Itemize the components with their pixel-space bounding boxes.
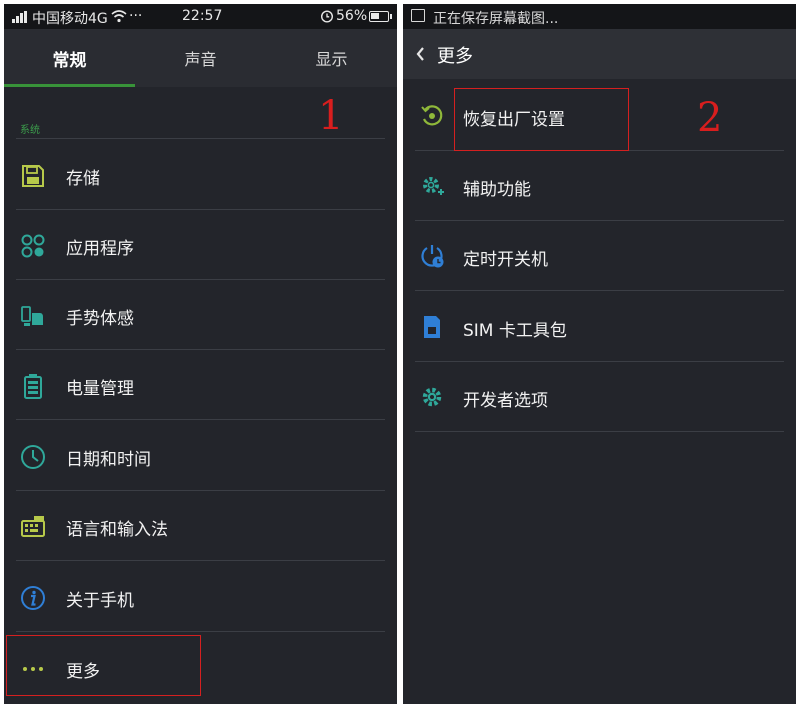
accessibility-icon	[423, 177, 444, 195]
wifi-icon	[111, 10, 127, 23]
apps-icon	[21, 234, 45, 258]
settings-item-language-input[interactable]: 语言和输入法	[4, 491, 397, 561]
notification-bar: 正在保存屏幕截图...	[403, 4, 796, 29]
page-header: 更多	[403, 29, 796, 79]
tab-general[interactable]: 常规	[4, 29, 135, 87]
settings-item-label: 存储	[66, 169, 100, 189]
more-item-label: SIM 卡工具包	[463, 321, 567, 341]
item-divider	[415, 290, 784, 291]
more-item-label: 开发者选项	[463, 391, 548, 411]
status-bar: 中国移动4G ··· 22:57 56%	[4, 4, 397, 29]
active-tab-indicator	[4, 84, 135, 87]
section-label-system: 系统	[20, 125, 40, 136]
annotation-highlight-more	[6, 635, 201, 696]
keyboard-icon	[21, 516, 45, 537]
more-item-accessibility[interactable]: 辅助功能	[403, 151, 796, 221]
gallery-icon	[411, 9, 425, 22]
battery-level-fill	[371, 13, 380, 19]
item-divider	[16, 631, 385, 632]
carrier-name: 中国移动4G	[32, 11, 108, 27]
sim-card-icon	[424, 316, 440, 338]
factory-reset-icon	[421, 105, 443, 126]
status-time: 22:57	[182, 8, 223, 24]
item-divider	[415, 431, 784, 432]
settings-item-power-management[interactable]: 电量管理	[4, 350, 397, 420]
settings-item-apps[interactable]: 应用程序	[4, 210, 397, 280]
storage-icon	[22, 165, 44, 187]
annotation-highlight-factory-reset	[454, 88, 629, 151]
more-item-label: 辅助功能	[463, 180, 531, 200]
battery-status-icon	[369, 11, 392, 22]
settings-item-label: 关于手机	[66, 591, 134, 611]
gesture-icon	[21, 306, 43, 326]
more-item-label: 定时开关机	[463, 250, 548, 270]
clock-icon	[21, 445, 45, 469]
alarm-icon	[320, 10, 334, 23]
settings-item-storage[interactable]: 存储	[4, 140, 397, 210]
more-item-sim-toolkit[interactable]: SIM 卡工具包	[403, 292, 796, 362]
battery-percent: 56%	[336, 8, 368, 24]
page-title: 更多	[437, 46, 473, 67]
more-item-developer-options[interactable]: 开发者选项	[403, 362, 796, 432]
info-icon	[21, 586, 45, 610]
item-divider	[16, 560, 385, 561]
settings-item-label: 应用程序	[66, 239, 134, 259]
developer-options-icon	[422, 387, 442, 407]
settings-item-label: 手势体感	[66, 309, 134, 329]
back-arrow-icon[interactable]	[413, 44, 427, 64]
annotation-step-2: 2	[697, 95, 723, 141]
tab-sound[interactable]: 声音	[135, 29, 266, 87]
signal-icon	[12, 11, 28, 23]
settings-item-gestures[interactable]: 手势体感	[4, 280, 397, 350]
annotation-step-1: 1	[318, 93, 344, 139]
settings-item-about-phone[interactable]: 关于手机	[4, 562, 397, 632]
tab-display[interactable]: 显示	[266, 29, 397, 87]
item-divider	[16, 419, 385, 420]
more-item-scheduled-power[interactable]: 定时开关机	[403, 221, 796, 291]
battery-icon	[24, 374, 42, 399]
settings-item-label: 语言和输入法	[66, 520, 168, 540]
scheduled-power-icon	[421, 245, 444, 268]
settings-item-label: 日期和时间	[66, 450, 151, 470]
settings-tabs: 常规 声音 显示	[4, 29, 397, 87]
status-overflow-dots: ···	[129, 8, 143, 24]
notification-text: 正在保存屏幕截图...	[433, 11, 559, 27]
settings-item-label: 电量管理	[66, 379, 134, 399]
settings-item-date-time[interactable]: 日期和时间	[4, 421, 397, 491]
